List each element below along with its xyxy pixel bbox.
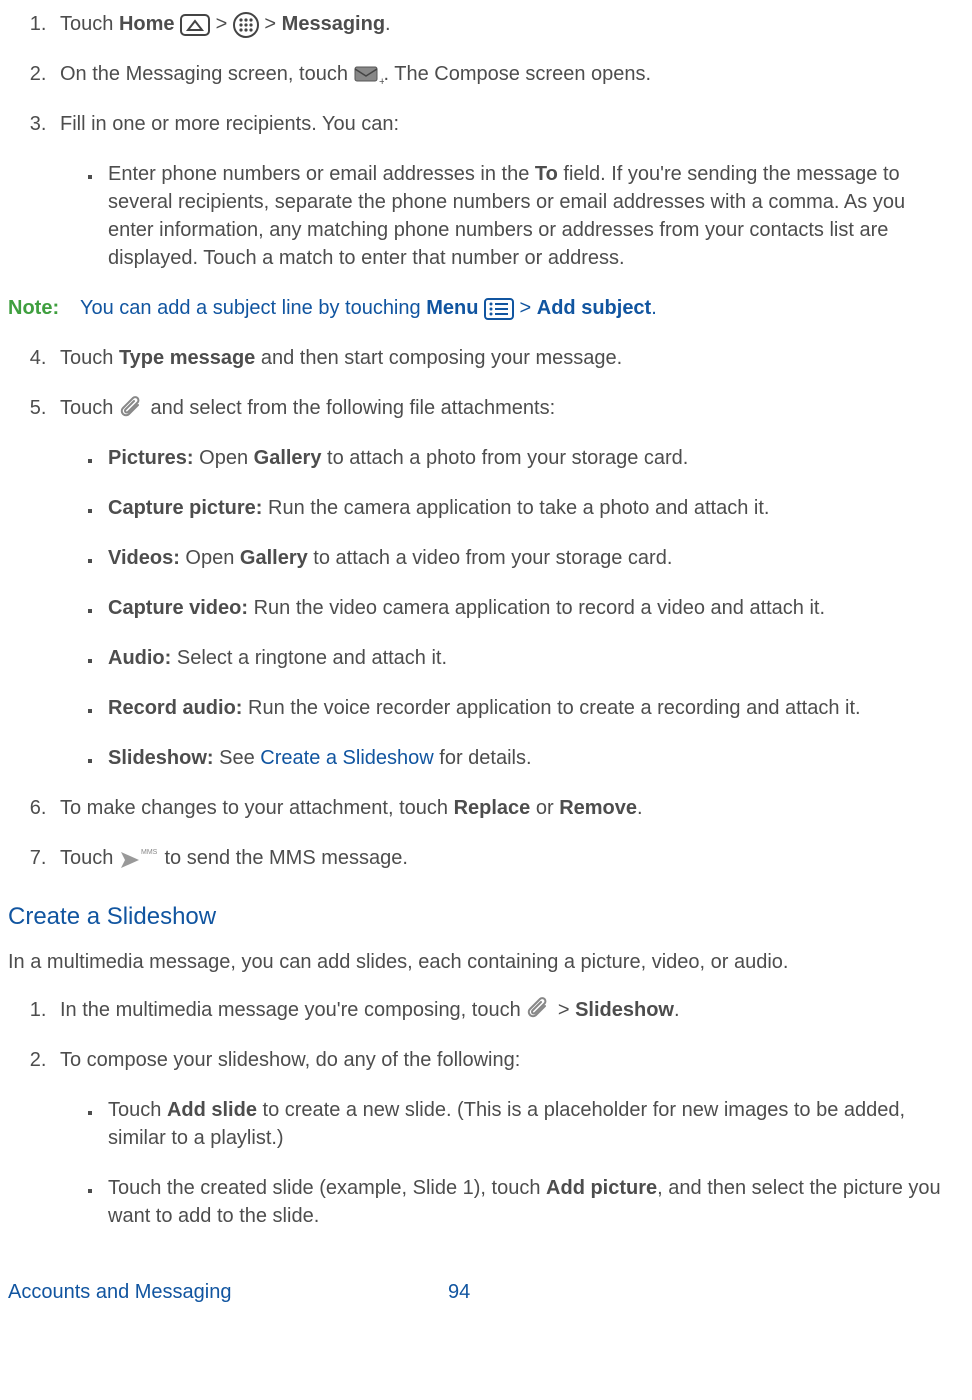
svg-text:MMS: MMS [141,849,158,856]
add-picture-bold: Add picture [546,1177,657,1199]
text: Touch [60,347,119,369]
menu-bold: Menu [426,297,478,319]
label: Audio: [108,647,171,669]
att-record-audio: Record audio: Run the voice recorder app… [102,694,952,722]
step-5: Touch and select from the following file… [52,394,952,422]
text: or [530,797,559,819]
text: Touch [60,397,119,419]
text: Select a ringtone and attach it. [171,647,447,669]
label: Capture picture: [108,497,262,519]
text: Enter phone numbers or email addresses i… [108,163,535,185]
step-2: On the Messaging screen, touch + . The C… [52,60,952,88]
gallery-bold: Gallery [254,447,322,469]
home-bold: Home [119,13,175,35]
section-heading: Create a Slideshow [8,900,952,934]
att-pictures: Pictures: Open Gallery to attach a photo… [102,444,952,472]
text: for details. [434,747,532,769]
gt: > [210,13,233,35]
paperclip-icon [526,997,552,1023]
send-mms-icon: MMS [119,846,159,872]
text: . [385,13,391,35]
gallery-bold: Gallery [240,547,308,569]
att-slideshow: Slideshow: See Create a Slideshow for de… [102,744,952,772]
slideshow-step-2: To compose your slideshow, do any of the… [52,1046,952,1074]
note-label: Note: [8,294,80,322]
step-1: Touch Home > > Messaging. [52,10,952,38]
text: to send the MMS message. [159,847,408,869]
text: Fill in one or more recipients. You can: [60,113,399,135]
step-3: Fill in one or more recipients. You can: [52,110,952,138]
text: See [214,747,261,769]
home-icon [180,14,210,36]
add-slide-bold: Add slide [167,1099,257,1121]
text: On the Messaging screen, touch [60,63,354,85]
gt: > [552,999,575,1021]
step-7: Touch MMS to send the MMS message. [52,844,952,872]
note: Note: You can add a subject line by touc… [8,294,952,322]
remove-bold: Remove [559,797,637,819]
text: . [674,999,680,1021]
compose-icon: + [354,64,384,86]
text: Open [180,547,240,569]
att-capture-video: Capture video: Run the video camera appl… [102,594,952,622]
text: . [651,297,657,319]
text: to attach a video from your storage card… [308,547,673,569]
slideshow-bullet-2: Touch the created slide (example, Slide … [102,1174,952,1230]
text: To make changes to your attachment, touc… [60,797,454,819]
text: and select from the following file attac… [145,397,555,419]
add-subject-bold: Add subject [537,297,651,319]
text: In the multimedia message you're composi… [60,999,526,1021]
text: You can add a subject line by touching [80,297,426,319]
slideshow-bold: Slideshow [575,999,674,1021]
section-intro: In a multimedia message, you can add sli… [8,948,952,976]
label: Slideshow: [108,747,214,769]
text: Touch [60,847,119,869]
text: . [637,797,643,819]
text: Touch [60,13,119,35]
label: Capture video: [108,597,248,619]
att-audio: Audio: Select a ringtone and attach it. [102,644,952,672]
footer-page-number: 94 [448,1278,470,1306]
paperclip-icon [119,396,145,422]
text: To compose your slideshow, do any of the… [60,1049,520,1071]
label: Record audio: [108,697,242,719]
page-footer: Accounts and Messaging 94 [8,1278,952,1306]
apps-icon [233,12,259,38]
text: Touch [108,1099,167,1121]
text: Touch the created slide (example, Slide … [108,1177,546,1199]
text: Run the camera application to take a pho… [262,497,769,519]
text: Open [194,447,254,469]
label: Pictures: [108,447,194,469]
menu-icon [484,298,514,320]
slideshow-step-1: In the multimedia message you're composi… [52,996,952,1024]
text: and then start composing your message. [255,347,622,369]
note-body: You can add a subject line by touching M… [80,294,657,322]
create-slideshow-link[interactable]: Create a Slideshow [260,747,433,769]
text: Run the video camera application to reco… [248,597,825,619]
text: Run the voice recorder application to cr… [242,697,860,719]
messaging-bold: Messaging [282,13,385,35]
replace-bold: Replace [454,797,531,819]
gt: > [259,13,282,35]
att-capture-picture: Capture picture: Run the camera applicat… [102,494,952,522]
step-6: To make changes to your attachment, touc… [52,794,952,822]
text: . The Compose screen opens. [384,63,652,85]
label: Videos: [108,547,180,569]
step-4: Touch Type message and then start compos… [52,344,952,372]
step-3-bullet-1: Enter phone numbers or email addresses i… [102,160,952,272]
footer-section: Accounts and Messaging [8,1278,448,1306]
slideshow-bullet-1: Touch Add slide to create a new slide. (… [102,1096,952,1152]
att-videos: Videos: Open Gallery to attach a video f… [102,544,952,572]
to-bold: To [535,163,558,185]
text: to attach a photo from your storage card… [321,447,688,469]
gt: > [514,297,537,319]
type-message-bold: Type message [119,347,255,369]
